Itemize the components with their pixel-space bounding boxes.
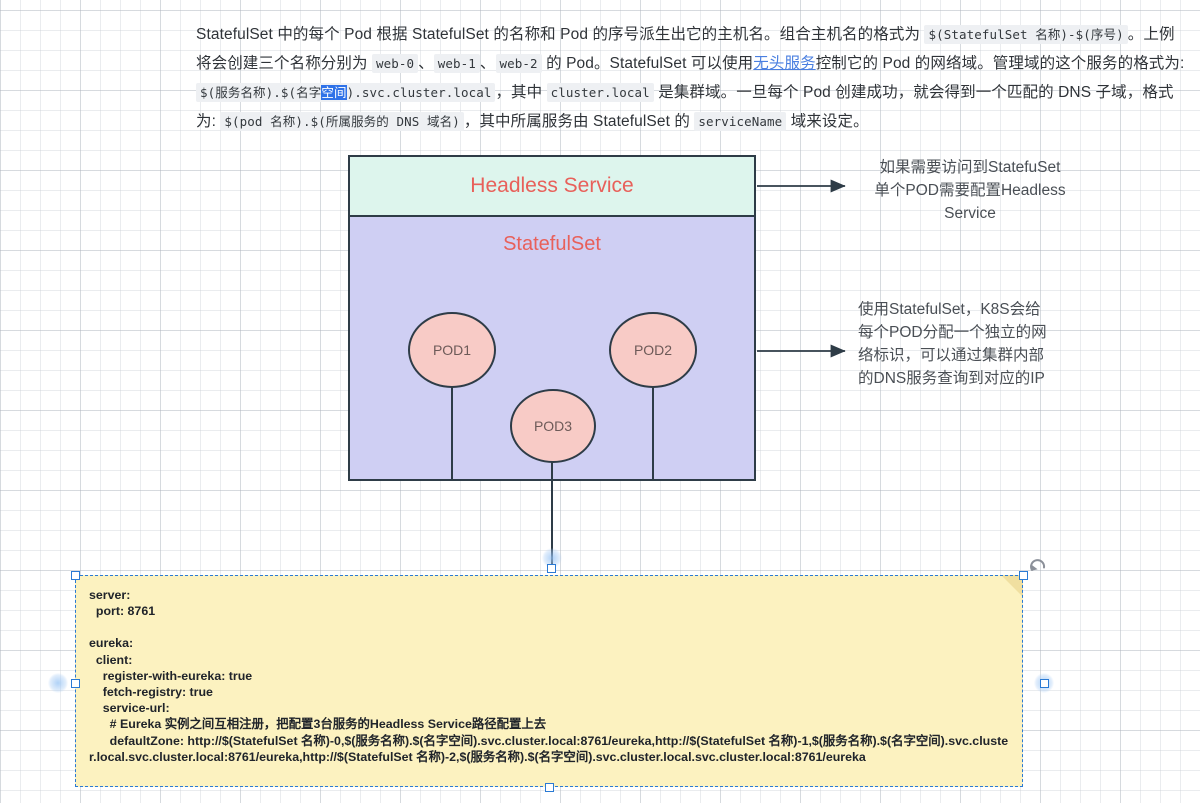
paragraph-text-3: 的 Pod。StatefulSet 可以使用 [541, 55, 754, 72]
note-line-9: defaultZone: http://$(StatefulSet 名称)-0,… [89, 733, 1009, 764]
statefulset-label: StatefulSet [503, 233, 601, 255]
headless-service-link[interactable]: 无头服务 [753, 55, 815, 72]
note-line-2 [89, 619, 1009, 635]
rotate-icon[interactable] [1028, 558, 1048, 578]
paragraph-text-8: 域来设定。 [786, 113, 869, 130]
text-selection-highlight: 空间 [321, 85, 347, 100]
headless-annotation-line-2: 单个POD需要配置Headless [874, 182, 1066, 199]
paragraph-sep-2: 、 [479, 55, 496, 72]
network-identity-annotation: 使用StatefulSet，K8S会给 每个POD分配一个独立的网 络标识，可以… [858, 298, 1094, 390]
connector-endpoint-handle[interactable] [547, 564, 556, 573]
note-line-7: service-url: [89, 701, 170, 716]
paragraph-code-servicename: serviceName [694, 112, 787, 131]
paragraph-sep-1: 、 [418, 55, 434, 72]
paragraph-text-4: 控制它的 Pod 的网络域。管理域的这个服务的格式为: [815, 55, 1185, 72]
pod-node-1[interactable]: POD1 [408, 312, 496, 388]
note-handle-top-left[interactable] [70, 570, 80, 580]
rotate-icon-glyph [1030, 559, 1046, 571]
note-handle-middle-right[interactable] [1039, 678, 1049, 688]
paragraph-code-hostname-format: $(StatefulSet 名称)-$(序号) [924, 25, 1128, 44]
pod1-label: POD1 [432, 342, 472, 358]
diagram-canvas[interactable]: StatefulSet 中的每个 Pod 根据 StatefulSet 的名称和… [0, 0, 1200, 803]
paragraph-code-web0: web-0 [372, 54, 419, 73]
headless-service-label: Headless Service [470, 174, 634, 197]
note-line-3: eureka: [89, 636, 134, 651]
note-line-1: port: 8761 [89, 604, 156, 619]
code-fqdn-prefix: $(服务名称).$(名字 [200, 85, 322, 100]
note-handle-top-right[interactable] [1018, 570, 1028, 580]
paragraph-code-cluster-local: cluster.local [546, 83, 654, 102]
paragraph-code-web1: web-1 [433, 54, 480, 73]
headless-service-box[interactable]: Headless Service [348, 155, 756, 217]
headless-annotation-line-1: 如果需要访问到StatefuSet [879, 159, 1061, 176]
paragraph-text-7: ，其中所属服务由 StatefulSet 的 [463, 113, 695, 130]
pod3-label: POD3 [533, 418, 573, 434]
headless-annotation-line-3: Service [944, 205, 996, 222]
note-line-0: server: [89, 588, 131, 602]
paragraph-text-5: ，其中 [495, 84, 547, 101]
note-anchor-glow-left [48, 673, 68, 693]
headless-annotation: 如果需要访问到StatefuSet 单个POD需要配置Headless Serv… [856, 156, 1084, 225]
network-annotation-line-2: 每个POD分配一个独立的网 [858, 324, 1047, 341]
network-annotation-line-3: 络标识，可以通过集群内部 [858, 347, 1045, 364]
paragraph-text-1: StatefulSet 中的每个 Pod 根据 StatefulSet 的名称和… [196, 26, 925, 43]
code-fqdn-suffix: ).svc.cluster.local [346, 85, 492, 100]
description-paragraph: StatefulSet 中的每个 Pod 根据 StatefulSet 的名称和… [196, 20, 1186, 136]
network-annotation-line-4: 的DNS服务查询到对应的IP [858, 370, 1045, 387]
network-annotation-line-1: 使用StatefulSet，K8S会给 [858, 301, 1041, 318]
note-line-4: client: [89, 652, 133, 667]
note-line-5: register-with-eureka: true [89, 668, 253, 683]
note-handle-bottom-center[interactable] [544, 782, 554, 792]
paragraph-code-service-fqdn: $(服务名称).$(名字空间).svc.cluster.local [196, 83, 496, 102]
pod-node-3[interactable]: POD3 [510, 389, 596, 463]
pod-node-2[interactable]: POD2 [609, 312, 697, 388]
yaml-note[interactable]: server: port: 8761 eureka: client: regis… [75, 575, 1023, 787]
note-line-6: fetch-registry: true [89, 685, 213, 700]
pod2-label: POD2 [633, 342, 673, 358]
note-handle-middle-left[interactable] [70, 678, 80, 688]
paragraph-code-pod-subdomain: $(pod 名称).$(所属服务的 DNS 域名) [220, 112, 464, 131]
paragraph-code-web2: web-2 [495, 54, 542, 73]
note-line-8: # Eureka 实例之间互相注册，把配置3台服务的Headless Servi… [89, 717, 547, 732]
